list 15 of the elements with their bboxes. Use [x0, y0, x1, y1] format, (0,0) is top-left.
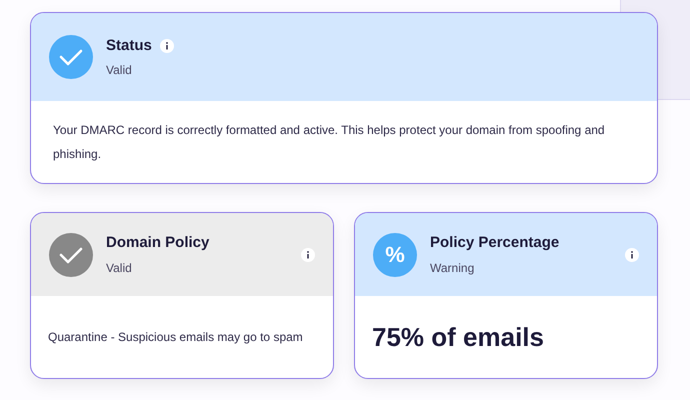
info-icon[interactable] [301, 248, 315, 262]
status-label: Warning [430, 260, 476, 277]
status-label: Valid [106, 62, 133, 80]
card-title: Domain Policy [106, 233, 210, 254]
card-title: Status [106, 36, 152, 56]
info-icon[interactable] [160, 39, 174, 53]
check-circle-icon [49, 35, 93, 79]
percentage-value: 75% of emails [372, 320, 544, 354]
card-title: Policy Percentage [430, 233, 560, 254]
check-circle-icon [49, 232, 93, 276]
card-description: Your DMARC record is correctly formatted and active. This helps protect your domain from spoofing and phishing. [53, 122, 606, 163]
info-icon[interactable] [625, 248, 639, 262]
status-label: Valid [106, 260, 133, 277]
card-description: Quarantine - Suspicious emails may go to spam [48, 329, 303, 346]
percent-icon: % [373, 232, 417, 276]
